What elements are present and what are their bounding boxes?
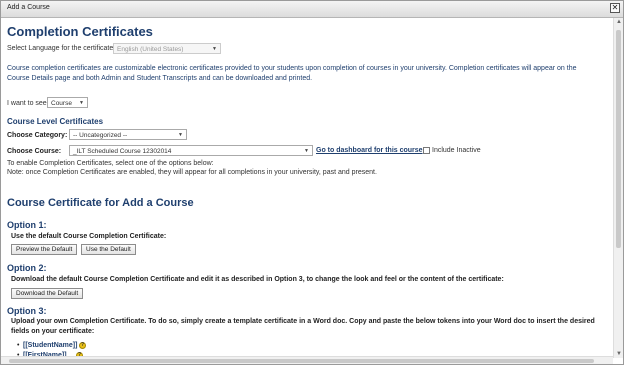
token-student-name: [[StudentName]] <box>23 342 78 349</box>
category-label: Choose Category: <box>7 132 68 139</box>
add-course-dialog: Add a Course ✕ Completion Certificates S… <box>0 0 624 365</box>
intro-text: Course completion certificates are custo… <box>7 65 577 82</box>
dialog-title: Add a Course <box>7 4 50 11</box>
course-level-heading: Course Level Certificates <box>7 117 104 126</box>
want-to-see-select[interactable]: Course ▼ <box>47 97 88 108</box>
certificate-section-heading: Course Certificate for Add a Course <box>7 197 194 209</box>
close-icon[interactable]: ✕ <box>610 3 620 13</box>
dashboard-link[interactable]: Go to dashboard for this course <box>316 147 423 154</box>
language-label: Select Language for the certificate: <box>7 45 116 52</box>
use-default-button[interactable]: Use the Default <box>81 244 136 255</box>
option2-desc: Download the default Course Completion C… <box>11 276 504 283</box>
language-value: English (United States) <box>117 46 184 53</box>
vertical-scrollbar[interactable]: ▲ ▼ <box>613 18 623 358</box>
dialog-content: Completion Certificates Select Language … <box>1 18 613 359</box>
course-select[interactable]: _ILT Scheduled Course 12302014 ▼ <box>69 145 313 156</box>
category-select[interactable]: -- Uncategorized -- ▼ <box>69 129 187 140</box>
preview-default-button[interactable]: Preview the Default <box>11 244 78 255</box>
option1-desc: Use the default Course Completion Certif… <box>11 233 167 240</box>
scroll-up-icon[interactable]: ▲ <box>616 19 622 25</box>
option2-title: Option 2: <box>7 263 47 273</box>
want-to-see-label: I want to see <box>7 100 47 107</box>
chevron-down-icon: ▼ <box>304 148 309 154</box>
page-title: Completion Certificates <box>7 24 153 39</box>
help-icon[interactable]: ? <box>79 342 86 349</box>
option3-title: Option 3: <box>7 306 47 316</box>
scrollbar-thumb[interactable] <box>9 359 594 363</box>
language-select[interactable]: English (United States) ▼ <box>113 43 221 54</box>
download-default-button[interactable]: Download the Default <box>11 288 84 299</box>
chevron-down-icon: ▼ <box>212 46 217 52</box>
enable-note: To enable Completion Certificates, selec… <box>7 160 214 167</box>
course-value: _ILT Scheduled Course 12302014 <box>73 148 172 155</box>
scrollbar-thumb[interactable] <box>616 30 621 248</box>
list-bullet: • <box>17 342 20 349</box>
dialog-titlebar: Add a Course ✕ <box>1 1 623 18</box>
chevron-down-icon: ▼ <box>79 100 84 106</box>
want-to-see-value: Course <box>51 100 72 107</box>
option3-desc: Upload your own Completion Certificate. … <box>11 318 595 335</box>
include-inactive-label: Include Inactive <box>432 147 481 154</box>
horizontal-scrollbar[interactable] <box>1 356 613 364</box>
category-value: -- Uncategorized -- <box>73 132 128 139</box>
scroll-down-icon[interactable]: ▼ <box>616 351 622 357</box>
course-label: Choose Course: <box>7 148 62 155</box>
option1-title: Option 1: <box>7 220 47 230</box>
include-inactive-checkbox[interactable] <box>423 147 430 154</box>
completion-note: Note: once Completion Certificates are e… <box>7 169 377 176</box>
chevron-down-icon: ▼ <box>178 132 183 138</box>
